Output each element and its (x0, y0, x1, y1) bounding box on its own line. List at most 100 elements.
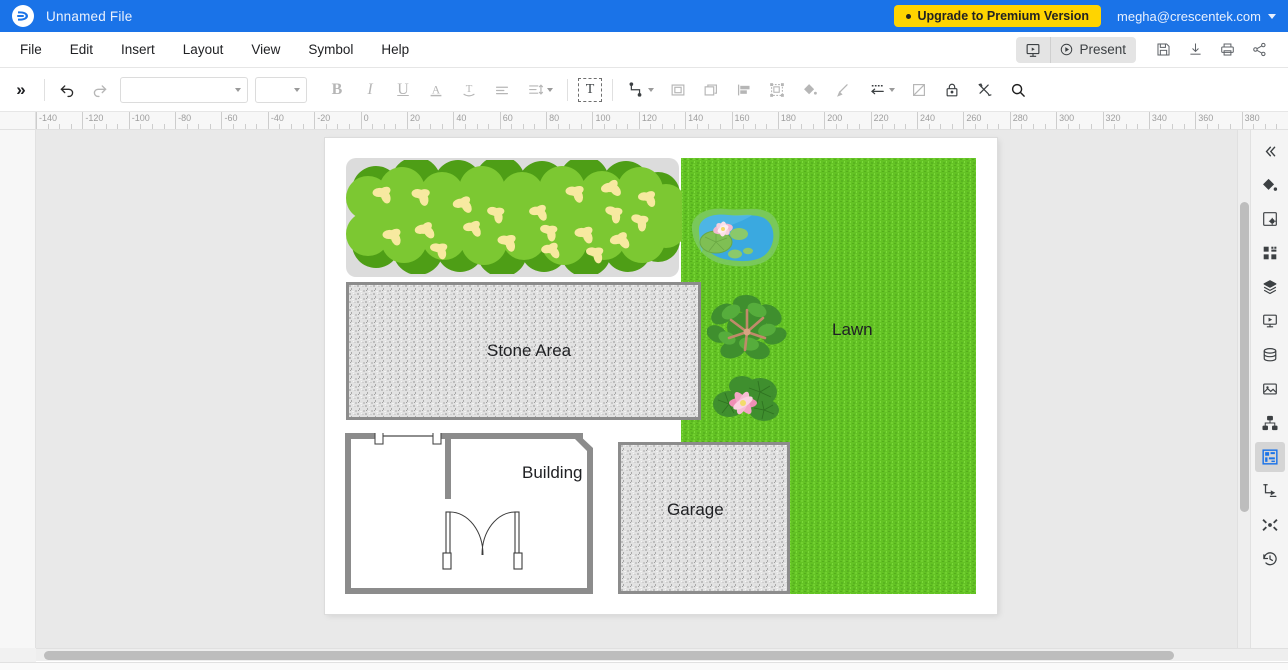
ruler-tick-minor (928, 124, 930, 129)
font-family-select[interactable] (120, 76, 248, 103)
save-icon[interactable] (1148, 37, 1178, 63)
ruler-tick-minor (93, 124, 95, 129)
ruler-tick-minor (986, 124, 988, 129)
line-style-button[interactable] (860, 74, 902, 106)
ruler-tick-minor (186, 124, 188, 129)
scrollbar-thumb[interactable] (44, 651, 1174, 660)
ruler-label: 380 (1244, 113, 1260, 123)
underline-button[interactable]: U (387, 74, 419, 106)
floor-plan-button[interactable] (1254, 442, 1285, 472)
ruler-corner (0, 112, 36, 129)
expand-toolbar-button[interactable]: » (4, 73, 38, 107)
fill-color-button[interactable] (794, 74, 826, 106)
menu-item-file[interactable]: File (6, 36, 56, 63)
chevron-down-icon (547, 87, 553, 92)
connector-button[interactable] (619, 74, 661, 106)
collapse-panel-button[interactable] (1255, 136, 1285, 166)
tools-button[interactable] (969, 74, 1001, 106)
mind-map-button[interactable] (1255, 510, 1285, 540)
ruler-label: 80 (549, 113, 560, 123)
ruler-tick-minor (951, 124, 953, 129)
ruler-tick-minor (615, 124, 617, 129)
toolbar-divider (44, 78, 45, 101)
menu-item-help[interactable]: Help (367, 36, 423, 63)
account-menu[interactable]: megha@crescentek.com (1117, 9, 1276, 24)
menu-item-edit[interactable]: Edit (56, 36, 107, 63)
ruler-tick-minor (70, 124, 72, 129)
italic-button[interactable]: I (354, 74, 386, 106)
search-button[interactable] (1002, 74, 1034, 106)
ruler-tick-minor (708, 124, 710, 129)
building-label: Building (522, 463, 583, 482)
shape-edit-button[interactable] (903, 74, 935, 106)
layers-button[interactable] (1255, 272, 1285, 302)
text-box-tool-button[interactable]: T (574, 74, 606, 106)
symbol-library-button[interactable] (1255, 238, 1285, 268)
group-button[interactable] (761, 74, 793, 106)
ruler-tick-minor (140, 124, 142, 129)
history-button[interactable] (1255, 544, 1285, 574)
ruler-tick-minor (209, 124, 211, 129)
building-shape[interactable] (345, 433, 620, 594)
org-chart-button[interactable] (1255, 408, 1285, 438)
canvas-vertical-scrollbar[interactable] (1237, 130, 1250, 648)
page-sheet[interactable]: Lawn Stone Area Building Garage (325, 138, 997, 614)
presentation-mode-button[interactable] (1016, 36, 1052, 63)
garage-label: Garage (667, 500, 724, 519)
text-align-button[interactable] (486, 74, 518, 106)
bullet-icon (906, 13, 912, 19)
ruler-label: -20 (317, 113, 331, 123)
share-icon[interactable] (1244, 37, 1274, 63)
presentation-button[interactable] (1255, 306, 1285, 336)
canvas-horizontal-scrollbar[interactable] (36, 648, 1288, 661)
ruler-tick-minor (1183, 124, 1185, 129)
ruler-label: -40 (270, 113, 284, 123)
data-source-button[interactable] (1255, 340, 1285, 370)
flowchart-button[interactable] (1255, 476, 1285, 506)
frame-button[interactable] (662, 74, 694, 106)
italic-icon: I (367, 80, 373, 98)
ruler-tick-minor (233, 124, 235, 129)
menu-item-layout[interactable]: Layout (169, 36, 238, 63)
menu-item-symbol[interactable]: Symbol (294, 36, 367, 63)
ruler-label: 320 (1105, 113, 1121, 123)
present-group: Present (1016, 36, 1136, 63)
line-spacing-button[interactable] (519, 74, 561, 106)
ruler-tick-minor (418, 124, 420, 129)
upgrade-to-premium-button[interactable]: Upgrade to Premium Version (894, 4, 1102, 28)
ruler-tick-minor (511, 124, 513, 129)
download-icon[interactable] (1180, 37, 1210, 63)
ruler-label: 0 (363, 113, 369, 123)
align-objects-button[interactable] (728, 74, 760, 106)
text-curve-button[interactable]: T (453, 74, 485, 106)
hedge-cluster-shape[interactable] (346, 160, 682, 274)
scrollbar-thumb[interactable] (1240, 202, 1249, 512)
canvas-viewport[interactable]: Lawn Stone Area Building Garage (36, 130, 1250, 648)
font-size-select[interactable] (255, 76, 307, 103)
ruler-tick-minor (430, 124, 432, 129)
lock-button[interactable] (936, 74, 968, 106)
menu-item-view[interactable]: View (237, 36, 294, 63)
ruler-tick-minor (395, 124, 397, 129)
menu-item-insert[interactable]: Insert (107, 36, 169, 63)
ruler-tick-minor (476, 124, 478, 129)
ruler-tick-minor (464, 124, 466, 129)
horizontal-ruler: -140 -120 -100 -80 -60 -40 -20 0 20 40 60 80 100 120 1… (36, 112, 1288, 129)
redo-button[interactable] (84, 74, 116, 106)
present-button[interactable]: Present (1051, 38, 1136, 61)
ruler-label: 140 (688, 113, 704, 123)
lotus-plant-shape[interactable] (712, 372, 782, 422)
bold-button[interactable]: B (321, 74, 353, 106)
image-button[interactable] (1255, 374, 1285, 404)
ruler-tick-minor (441, 124, 443, 129)
pond-shape[interactable] (682, 204, 788, 270)
brush-button[interactable] (827, 74, 859, 106)
print-icon[interactable] (1212, 37, 1242, 63)
shape-properties-button[interactable] (1255, 204, 1285, 234)
font-color-button[interactable]: A (420, 74, 452, 106)
duplicate-button[interactable] (695, 74, 727, 106)
ruler-label: 220 (873, 113, 889, 123)
fill-style-button[interactable] (1255, 170, 1285, 200)
shrub-plant-shape[interactable] (707, 292, 787, 362)
undo-button[interactable] (51, 74, 83, 106)
